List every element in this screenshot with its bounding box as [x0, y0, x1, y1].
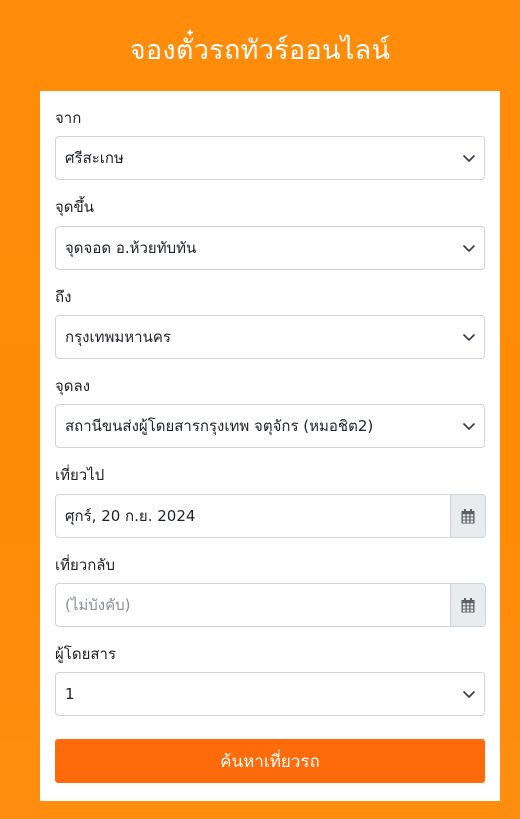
return-label: เที่ยวกลับ [55, 556, 116, 574]
chevron-down-icon [462, 419, 476, 433]
chevron-down-icon [462, 330, 476, 344]
dropoff-value: สถานีขนส่งผู้โดยสารกรุงเทพ จตุจักร (หมอช… [65, 417, 374, 435]
calendar-icon[interactable] [450, 495, 485, 537]
pickup-select[interactable]: จุดจอด อ.ห้วยทับทัน [55, 226, 485, 270]
to-label: ถึง [55, 288, 72, 306]
from-label: จาก [55, 109, 82, 127]
calendar-icon[interactable] [450, 584, 485, 626]
to-value: กรุงเทพมหานคร [65, 328, 171, 346]
page-title: จองตั๋วรถทัวร์ออนไลน์ [129, 35, 391, 66]
depart-label: เที่ยวไป [55, 466, 105, 484]
from-value: ศรีสะเกษ [65, 149, 124, 167]
passengers-select[interactable]: 1 [55, 672, 485, 716]
search-trips-button[interactable]: ค้นหาเที่ยวรถ [55, 739, 485, 783]
booking-form: จาก ศรีสะเกษ จุดขึ้น จุดจอด อ.ห้วยทับทัน… [40, 91, 500, 801]
chevron-down-icon [462, 151, 476, 165]
dropoff-label: จุดลง [55, 377, 91, 395]
chevron-down-icon [462, 241, 476, 255]
from-select[interactable]: ศรีสะเกษ [55, 136, 485, 180]
depart-date-field[interactable]: ศุกร์, 20 ก.ย. 2024 [55, 494, 486, 538]
pickup-value: จุดจอด อ.ห้วยทับทัน [65, 239, 197, 257]
dropoff-select[interactable]: สถานีขนส่งผู้โดยสารกรุงเทพ จตุจักร (หมอช… [55, 404, 485, 448]
return-date-placeholder: (ไม่บังคับ) [65, 596, 131, 614]
pickup-label: จุดขึ้น [55, 198, 95, 216]
to-select[interactable]: กรุงเทพมหานคร [55, 315, 485, 359]
search-trips-label: ค้นหาเที่ยวรถ [220, 751, 320, 772]
return-date-field[interactable]: (ไม่บังคับ) [55, 583, 486, 627]
chevron-down-icon [462, 687, 476, 701]
passengers-value: 1 [65, 685, 75, 703]
passengers-label: ผู้โดยสาร [55, 645, 117, 663]
depart-date-value: ศุกร์, 20 ก.ย. 2024 [65, 507, 196, 525]
